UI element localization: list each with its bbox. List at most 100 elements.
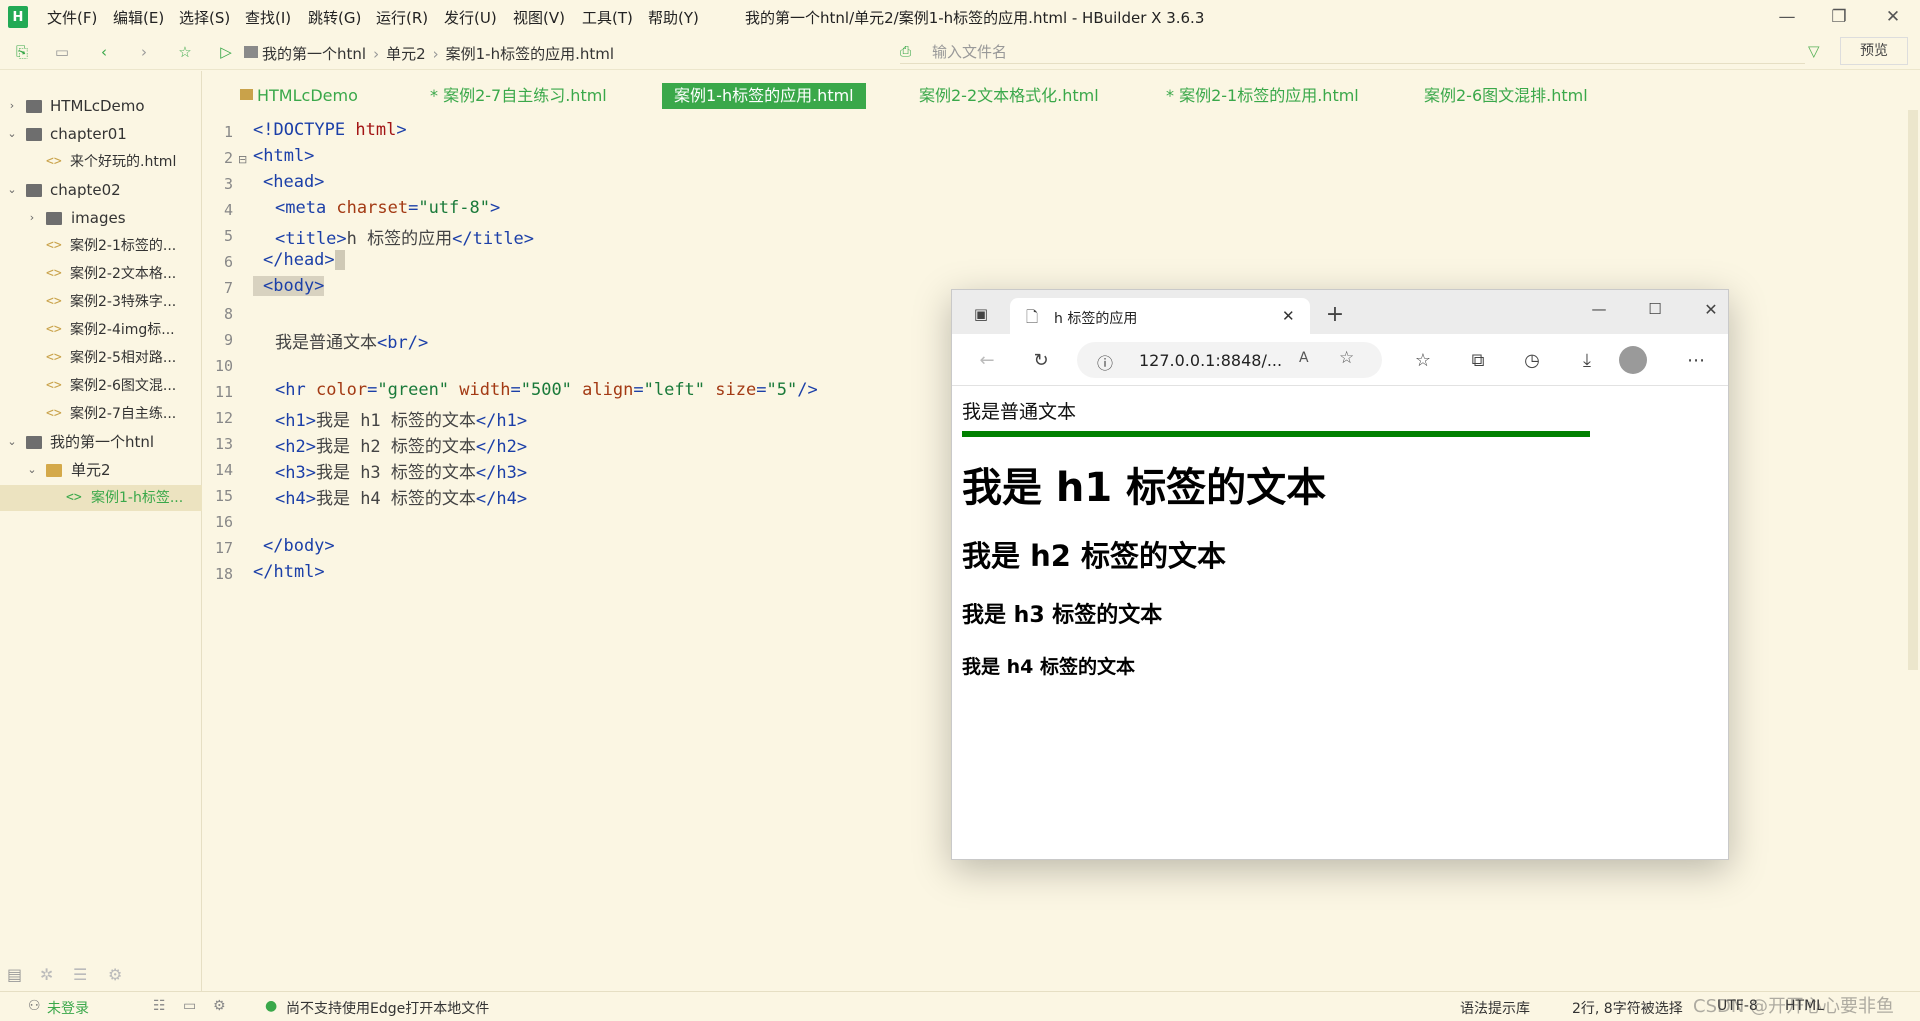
editor-scrollbar[interactable] [1908,110,1918,670]
new-tab-icon[interactable]: + [1322,301,1348,327]
search-list-icon[interactable]: ☰ [73,965,87,984]
minimize-button[interactable]: — [1768,2,1806,32]
run-icon[interactable]: ▷ [216,42,236,62]
menu-edit[interactable]: 编辑(E) [113,7,164,28]
menu-tools[interactable]: 工具(T) [582,7,633,28]
menu-view[interactable]: 视图(V) [513,7,565,28]
refresh-icon[interactable]: ↻ [1028,347,1054,373]
tree-folder-chapter01[interactable]: ⌄ chapter01 [0,121,202,147]
code-line-selected[interactable]: <body> [253,276,325,296]
debug-icon[interactable]: ✲ [40,965,53,984]
code-line[interactable]: <hr color="green" width="500" align="lef… [275,380,818,400]
tree-file[interactable]: <> 案例2-5相对路... [0,345,202,371]
browser-tab[interactable]: 🗋 h 标签的应用 ✕ [1010,298,1310,335]
tree-item-label: HTMLcDemo [50,97,145,115]
menu-help[interactable]: 帮助(Y) [648,7,699,28]
forward-icon[interactable]: › [134,42,154,62]
breadcrumb-item[interactable]: 我的第一个htnl [262,45,366,63]
plugin-status-icon[interactable]: ⚙ [213,998,226,1014]
menu-find[interactable]: 查找(I) [245,7,291,28]
syntax-hint-button[interactable]: 语法提示库 [1460,998,1530,1018]
code-line[interactable]: <meta charset="utf-8"> [275,198,500,218]
preview-button[interactable]: 预览 [1840,37,1908,65]
tab-actions-icon[interactable]: ▣ [968,301,994,327]
address-text[interactable]: 127.0.0.1:8848/... [1139,351,1282,370]
tree-file[interactable]: <> 案例2-7自主练... [0,401,202,427]
code-line[interactable]: <h2>我是 h2 标签的文本</h2> [275,432,527,457]
cursor-position[interactable]: 2行, 8字符被选择 [1572,998,1683,1018]
plugin-icon[interactable]: ⚙ [108,965,122,984]
code-line[interactable]: </body> [263,536,335,556]
tree-folder-images[interactable]: › images [0,205,202,231]
collections-icon[interactable]: ⧉ [1465,347,1491,373]
code-line[interactable]: <html> [253,146,314,166]
tree-folder-my-first-html[interactable]: ⌄ 我的第一个htnl [0,429,202,455]
fold-toggle-icon[interactable]: ⊟ [238,153,247,166]
code-line[interactable]: <title>h 标签的应用</title> [275,224,534,249]
add-favorite-icon[interactable]: ☆ [1339,348,1354,368]
tab-case2-7[interactable]: * 案例2-7自主练习.html [430,83,607,109]
code-line[interactable]: </html> [253,562,325,582]
code-line[interactable]: <h3>我是 h3 标签的文本</h3> [275,458,527,483]
tree-file-selected[interactable]: <> 案例1-h标签... [0,485,202,511]
filter-icon[interactable]: ▽ [1808,42,1820,60]
download-icon[interactable]: ⤓ [1574,347,1600,373]
back-arrow-icon[interactable]: ← [974,347,1000,373]
menu-run[interactable]: 运行(R) [376,7,428,28]
tree-folder-chapte02[interactable]: ⌄ chapte02 [0,177,202,203]
tab-case2-1[interactable]: * 案例2-1标签的应用.html [1166,83,1359,109]
tree-file[interactable]: <> 案例2-1标签的... [0,233,202,259]
tab-case2-6[interactable]: 案例2-6图文混排.html [1424,83,1588,109]
chevron-down-icon[interactable]: ⌄ [26,457,38,483]
new-file-icon[interactable]: ⎘ [12,42,32,62]
favorites-icon[interactable]: ☆ [1410,347,1436,373]
tab-case2-2[interactable]: 案例2-2文本格式化.html [919,83,1099,109]
outline-icon[interactable]: ☷ [153,998,166,1014]
code-line[interactable]: <h4>我是 h4 标签的文本</h4> [275,484,527,509]
profile-avatar[interactable] [1619,346,1647,374]
breadcrumb-item[interactable]: 单元2 [386,45,426,63]
menu-publish[interactable]: 发行(U) [444,7,497,28]
terminal-icon[interactable]: ▭ [183,998,196,1014]
file-search-input[interactable]: 输入文件名 [900,40,1805,64]
tree-file[interactable]: <> 案例2-3特殊字... [0,289,202,315]
chevron-down-icon[interactable]: ⌄ [6,121,18,147]
site-info-icon[interactable]: ⓘ [1097,350,1113,374]
breadcrumb-item[interactable]: 案例1-h标签的应用.html [446,45,614,63]
tree-file[interactable]: <> 来个好玩的.html [0,149,202,175]
menu-file[interactable]: 文件(F) [47,7,97,28]
browser-close-button[interactable]: ✕ [1698,296,1724,322]
code-line[interactable]: 我是普通文本<br/> [275,328,428,353]
read-aloud-icon[interactable]: A [1299,350,1309,366]
save-icon[interactable]: ▭ [52,42,72,62]
project-manager-icon[interactable]: ▤ [7,965,22,984]
more-options-icon[interactable]: ⋯ [1683,347,1709,373]
browser-maximize-button[interactable]: ☐ [1642,296,1668,322]
address-bar[interactable]: ⓘ 127.0.0.1:8848/... A ☆ [1077,342,1382,378]
login-status[interactable]: 未登录 [47,998,89,1018]
code-line[interactable]: <!DOCTYPE html> [253,120,407,140]
chevron-down-icon[interactable]: ⌄ [6,429,18,455]
tree-file[interactable]: <> 案例2-2文本格... [0,261,202,287]
close-tab-icon[interactable]: ✕ [1282,307,1295,325]
chevron-right-icon[interactable]: › [6,93,18,119]
star-icon[interactable]: ☆ [175,42,195,62]
tab-htmlcdemo[interactable]: HTMLcDemo [257,83,358,109]
browser-minimize-button[interactable]: — [1586,296,1612,322]
chevron-right-icon[interactable]: › [26,205,38,231]
back-icon[interactable]: ‹ [94,42,114,62]
code-line[interactable]: </head> [263,250,345,270]
history-icon[interactable]: ◷ [1519,347,1545,373]
chevron-down-icon[interactable]: ⌄ [6,177,18,203]
tree-file[interactable]: <> 案例2-6图文混... [0,373,202,399]
menu-goto[interactable]: 跳转(G) [308,7,361,28]
tree-folder-unit2[interactable]: ⌄ 单元2 [0,457,202,483]
maximize-button[interactable]: ❐ [1820,2,1858,32]
close-button[interactable]: ✕ [1874,2,1912,32]
code-line[interactable]: <head> [263,172,324,192]
menu-select[interactable]: 选择(S) [179,7,230,28]
tree-folder-htmlcdemo[interactable]: › HTMLcDemo [0,93,202,119]
tree-file[interactable]: <> 案例2-4img标... [0,317,202,343]
tab-case1-h-tags[interactable]: 案例1-h标签的应用.html [662,83,866,109]
code-line[interactable]: <h1>我是 h1 标签的文本</h1> [275,406,527,431]
